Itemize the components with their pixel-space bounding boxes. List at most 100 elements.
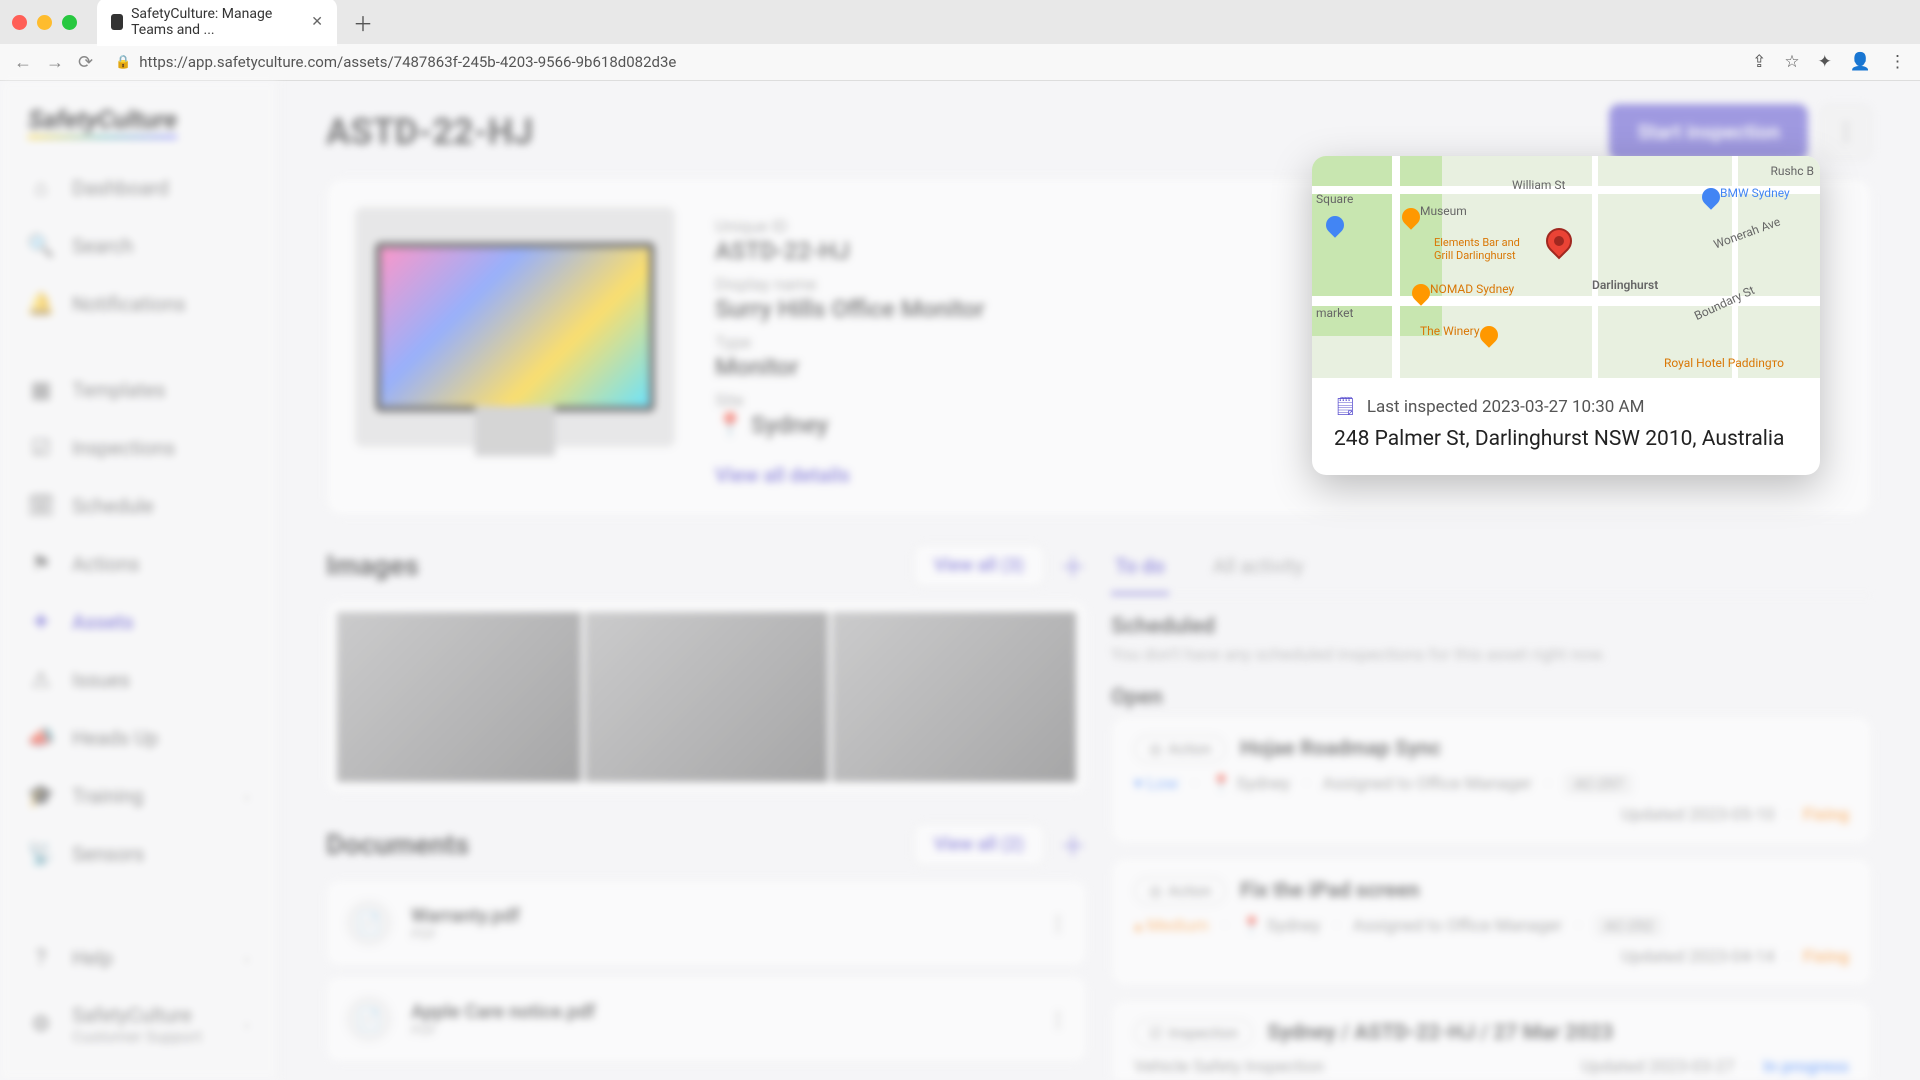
sidebar-item-search[interactable]: 🔍Search — [0, 217, 277, 275]
map-label: Square — [1316, 192, 1353, 206]
menu-icon[interactable]: ⋮ — [1889, 52, 1906, 72]
clipboard-icon: ☑ — [28, 435, 54, 461]
chevron-right-icon: › — [244, 1015, 249, 1034]
sidebar-item-assets[interactable]: ✦Assets — [0, 593, 277, 651]
map-label: Museum — [1420, 204, 1467, 218]
forward-button[interactable]: → — [46, 52, 64, 73]
pdf-icon: 📄 — [345, 899, 393, 947]
map-poi-icon — [1476, 322, 1501, 347]
sidebar-item-training[interactable]: 🎓Training› — [0, 767, 277, 825]
tab-title: SafetyCulture: Manage Teams and ... — [131, 6, 303, 38]
map-label: BMW Sydney — [1720, 186, 1790, 200]
minimize-window-icon[interactable] — [37, 15, 52, 30]
sensors-icon: 📡 — [28, 841, 54, 867]
close-window-icon[interactable] — [12, 15, 27, 30]
start-inspection-button[interactable]: Start inspection — [1609, 104, 1808, 160]
map-preview[interactable]: William St Museum Elements Bar and Grill… — [1312, 156, 1820, 378]
calendar-icon: 🗓 — [28, 493, 54, 519]
sidebar-item-sensors[interactable]: 📡Sensors — [0, 825, 277, 883]
megaphone-icon: 📣 — [28, 725, 54, 751]
document-more-button[interactable]: ⋮ — [1048, 1007, 1068, 1031]
map-label: William St — [1512, 178, 1565, 192]
action-chip: ◎ Action — [1134, 877, 1226, 905]
view-all-details-link[interactable]: View all details — [715, 463, 850, 487]
action-chip: ◎ Action — [1134, 735, 1226, 763]
flag-icon: ⚑ — [28, 551, 54, 577]
sidebar-item-notifications[interactable]: 🔔Notifications — [0, 275, 277, 333]
scheduled-heading: Scheduled — [1111, 614, 1872, 639]
add-image-button[interactable]: ＋ — [1059, 546, 1087, 586]
unique-id-label: Unique ID — [715, 217, 985, 237]
add-document-button[interactable]: ＋ — [1059, 825, 1087, 865]
documents-view-all-link[interactable]: View all (2) — [913, 823, 1045, 866]
sidebar-item-help[interactable]: ?Help› — [0, 929, 277, 987]
sidebar-item-actions[interactable]: ⚑Actions — [0, 535, 277, 593]
gear-icon: ⚙ — [28, 1012, 54, 1038]
map-label: Royal Hotel Paddingто — [1664, 356, 1784, 370]
last-inspected-text: Last inspected 2023-03-27 10:30 AM — [1367, 397, 1645, 417]
training-icon: 🎓 — [28, 783, 54, 809]
assigned-text: Assigned to Office Manager — [1323, 774, 1532, 794]
type-value: Monitor — [715, 353, 985, 381]
document-row[interactable]: 📄 Apple Care notice.pdfPDF ⋮ — [326, 976, 1087, 1062]
more-actions-button[interactable]: ⋮ — [1820, 104, 1872, 160]
app-logo: SafetyCulture — [0, 98, 277, 159]
sidebar-item-support[interactable]: ⚙SafetyCultureCustomer Support› — [0, 987, 277, 1062]
display-name-value: Surry Hills Office Monitor — [715, 295, 985, 323]
tab-todo[interactable]: To do — [1111, 544, 1169, 595]
document-row[interactable]: 📄 Warranty.pdfPDF ⋮ — [326, 880, 1087, 966]
favicon-icon — [111, 14, 123, 30]
action-card[interactable]: ◎ Action Fix the iPad screen ▴ Medium· 📍… — [1111, 858, 1872, 986]
templates-icon: ▦ — [28, 377, 54, 403]
type-label: Type — [715, 333, 985, 353]
map-label: The Winery — [1420, 324, 1480, 338]
map-label: NOMAD Sydney — [1430, 282, 1514, 296]
back-button[interactable]: ← — [14, 52, 32, 73]
updated-text: Updated 2023-03-27 — [1581, 1057, 1735, 1077]
lock-icon: 🔒 — [115, 55, 131, 70]
sidebar-item-dashboard[interactable]: ⌂Dashboard — [0, 159, 277, 217]
new-tab-button[interactable]: ＋ — [345, 8, 381, 37]
chevron-right-icon: › — [244, 787, 249, 806]
tab-close-icon[interactable]: ✕ — [311, 14, 323, 30]
shield-icon: ⚠ — [28, 667, 54, 693]
image-thumbnail[interactable] — [832, 612, 1076, 782]
tab-all-activity[interactable]: All activity — [1209, 544, 1308, 595]
reload-button[interactable]: ⟳ — [78, 52, 93, 73]
map-label: Wonerah Ave — [1712, 214, 1782, 251]
sidebar-item-headsup[interactable]: 📣Heads Up — [0, 709, 277, 767]
images-view-all-link[interactable]: View all (3) — [913, 544, 1045, 587]
maximize-window-icon[interactable] — [62, 15, 77, 30]
inspection-card[interactable]: ☑ Inspection Sydney / ASTD-22-HJ / 27 Ma… — [1111, 1000, 1872, 1080]
sidebar-item-issues[interactable]: ⚠Issues — [0, 651, 277, 709]
address-bar[interactable]: 🔒 https://app.safetyculture.com/assets/7… — [107, 49, 1738, 75]
sidebar-item-schedule[interactable]: 🗓Schedule — [0, 477, 277, 535]
profile-icon[interactable]: 👤 — [1850, 52, 1871, 72]
site-label: Site — [715, 391, 985, 411]
browser-tab[interactable]: SafetyCulture: Manage Teams and ... ✕ — [97, 0, 337, 46]
chevron-right-icon: › — [244, 949, 249, 968]
updated-text: Updated 2023-05-10 — [1621, 805, 1775, 825]
activity-tabs: To do All activity — [1111, 544, 1872, 596]
window-controls — [12, 15, 77, 30]
share-icon[interactable]: ⇪ — [1752, 52, 1766, 72]
site-text: 📍 Sydney — [1211, 774, 1290, 794]
sidebar: SafetyCulture ⌂Dashboard 🔍Search 🔔Notifi… — [0, 80, 278, 1080]
extensions-icon[interactable]: ✦ — [1818, 52, 1832, 72]
action-card[interactable]: ◎ Action Hojae Roadmap Sync ▾ Low· 📍 Syd… — [1111, 716, 1872, 844]
unique-id-value: ASTD-22-HJ — [715, 237, 985, 265]
document-more-button[interactable]: ⋮ — [1048, 911, 1068, 935]
pdf-icon: 📄 — [345, 995, 393, 1043]
images-heading: Images — [326, 549, 419, 582]
image-thumbnail[interactable] — [585, 612, 829, 782]
sidebar-item-inspections[interactable]: ☑Inspections — [0, 419, 277, 477]
image-thumbnail[interactable] — [337, 612, 581, 782]
sidebar-item-templates[interactable]: ▦Templates — [0, 361, 277, 419]
image-gallery[interactable] — [326, 601, 1087, 793]
action-code: AC-297 — [1564, 773, 1633, 795]
browser-chrome: SafetyCulture: Manage Teams and ... ✕ ＋ … — [0, 0, 1920, 81]
updated-text: Updated 2023-04-14 — [1621, 947, 1775, 967]
open-heading: Open — [1111, 685, 1872, 710]
home-icon: ⌂ — [28, 175, 54, 201]
bookmark-icon[interactable]: ☆ — [1784, 52, 1799, 72]
